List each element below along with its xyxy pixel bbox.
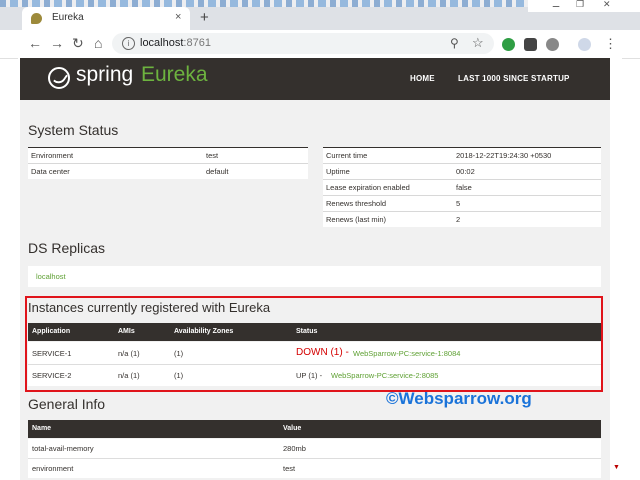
url-port: :8761 [183, 37, 211, 49]
table-row: Current time 2018-12-22T19:24:30 +0530 [323, 147, 601, 164]
table-cell-key: Environment [28, 147, 203, 164]
table-cell-key: Lease expiration enabled [323, 179, 453, 196]
info-name: total-avail-memory [32, 444, 94, 453]
site-info-icon[interactable]: i [122, 37, 135, 50]
table-cell-value: default [203, 163, 308, 179]
table-row: Uptime 00:02 [323, 163, 601, 180]
table-cell-key: Renews (last min) [323, 211, 453, 227]
home-button[interactable]: ⌂ [94, 35, 102, 51]
logo-spring-text: spring [76, 63, 134, 86]
ds-replicas-title: DS Replicas [28, 240, 106, 256]
url-host: localhost [140, 37, 184, 49]
forward-button[interactable]: → [50, 35, 64, 51]
extension-icon-1[interactable] [502, 38, 515, 51]
amis-value: n/a (1) [118, 371, 140, 380]
table-cell-value: 5 [453, 195, 601, 212]
zones-value: (1) [174, 371, 184, 380]
info-name: environment [32, 464, 74, 473]
extension-icon-2[interactable] [524, 38, 537, 51]
app-name: SERVICE-1 [32, 349, 72, 358]
instance-link[interactable]: WebSparrow-PC:service-2:8085 [331, 371, 438, 380]
table-row: Renews threshold 5 [323, 195, 601, 212]
menu-dots-icon[interactable]: ⋮ [604, 36, 617, 52]
general-info-title: General Info [28, 396, 106, 412]
minimize-icon[interactable]: ⚊ [552, 0, 560, 10]
system-status-right-table: Current time 2018-12-22T19:24:30 +0530 Up… [323, 147, 601, 227]
new-tab-button[interactable]: + [200, 9, 209, 26]
browser-toolbar: ← → ↻ ⌂ i localhost:8761 ⚲ ☆ ⋮ [0, 30, 640, 59]
table-row: Lease expiration enabled false [323, 179, 601, 196]
nav-last-1000-link[interactable]: LAST 1000 SINCE STARTUP [458, 74, 570, 83]
table-cell-value: test [203, 147, 308, 164]
window-controls: ⚊ ❐ ✕ [528, 0, 640, 12]
zones-value: (1) [174, 349, 184, 358]
table-row: Renews (last min) 2 [323, 211, 601, 227]
url-text[interactable]: localhost:8761 [140, 37, 211, 49]
table-row: SERVICE-2 n/a (1) (1) UP (1) - WebSparro… [28, 365, 601, 386]
amis-value: n/a (1) [118, 349, 140, 358]
system-status-left-table: Environment test Data center default [28, 147, 308, 179]
table-cell-value: 2018-12-22T19:24:30 +0530 [453, 147, 601, 164]
tab-close-icon[interactable]: × [175, 11, 181, 23]
back-button[interactable]: ← [28, 35, 42, 51]
table-cell-value: 00:02 [453, 163, 601, 180]
app-name: SERVICE-2 [32, 371, 72, 380]
info-value: test [283, 464, 296, 473]
ds-replicas-list: localhost [28, 266, 601, 287]
header-name: Name [32, 425, 52, 432]
logo-eureka-text: Eureka [141, 63, 208, 86]
instance-link[interactable]: WebSparrow-PC:service-1:8084 [353, 349, 460, 358]
table-cell-key: Data center [28, 163, 203, 179]
bookmark-star-icon[interactable]: ☆ [472, 35, 484, 51]
header-amis: AMIs [118, 328, 135, 335]
table-cell-key: Current time [323, 147, 453, 164]
leaf-favicon-icon [31, 13, 42, 24]
table-row: SERVICE-1 n/a (1) (1) DOWN (1) - WebSpar… [28, 342, 601, 365]
table-cell-value: false [453, 179, 601, 196]
general-info-table-header: Name Value [28, 420, 601, 438]
replica-link[interactable]: localhost [36, 272, 66, 281]
address-bar[interactable]: i localhost:8761 ⚲ ☆ [112, 33, 494, 54]
table-cell-key: Renews threshold [323, 195, 453, 212]
header-application: Application [32, 328, 71, 335]
system-status-title: System Status [28, 122, 119, 138]
spring-leaf-icon [48, 67, 70, 89]
restore-icon[interactable]: ❐ [576, 0, 584, 10]
close-window-icon[interactable]: ✕ [603, 0, 611, 10]
search-icon[interactable]: ⚲ [450, 36, 459, 50]
profile-avatar-icon[interactable] [578, 38, 591, 51]
table-cell-value: 2 [453, 211, 601, 227]
nav-home-link[interactable]: HOME [410, 74, 435, 83]
scroll-down-arrow-icon[interactable]: ▼ [613, 464, 620, 471]
status-down: DOWN (1) - [296, 347, 349, 358]
extension-icon-3[interactable] [546, 38, 559, 51]
main-content: System Status Environment test Data cente… [20, 100, 610, 480]
status-up: UP (1) - [296, 371, 323, 380]
browser-tab-bar: Eureka × + ⚊ ❐ ✕ [0, 0, 640, 30]
header-value: Value [283, 425, 302, 432]
table-cell-key: Uptime [323, 163, 453, 180]
browser-tab[interactable]: Eureka × [22, 7, 190, 30]
table-row: Data center default [28, 163, 308, 179]
page-viewport: spring Eureka HOME LAST 1000 SINCE START… [18, 58, 622, 480]
instances-table-header: Application AMIs Availability Zones Stat… [28, 323, 601, 341]
header-status: Status [296, 328, 318, 335]
table-row: environment test [28, 459, 601, 478]
top-navbar: spring Eureka HOME LAST 1000 SINCE START… [20, 58, 610, 100]
table-row: Environment test [28, 147, 308, 164]
header-zones: Availability Zones [174, 328, 234, 335]
info-value: 280mb [283, 444, 306, 453]
tab-title: Eureka [52, 12, 84, 23]
watermark-text: ©Websparrow.org [386, 389, 532, 408]
instances-title: Instances currently registered with Eure… [28, 300, 271, 315]
table-row: total-avail-memory 280mb [28, 439, 601, 459]
reload-button[interactable]: ↻ [72, 35, 84, 52]
